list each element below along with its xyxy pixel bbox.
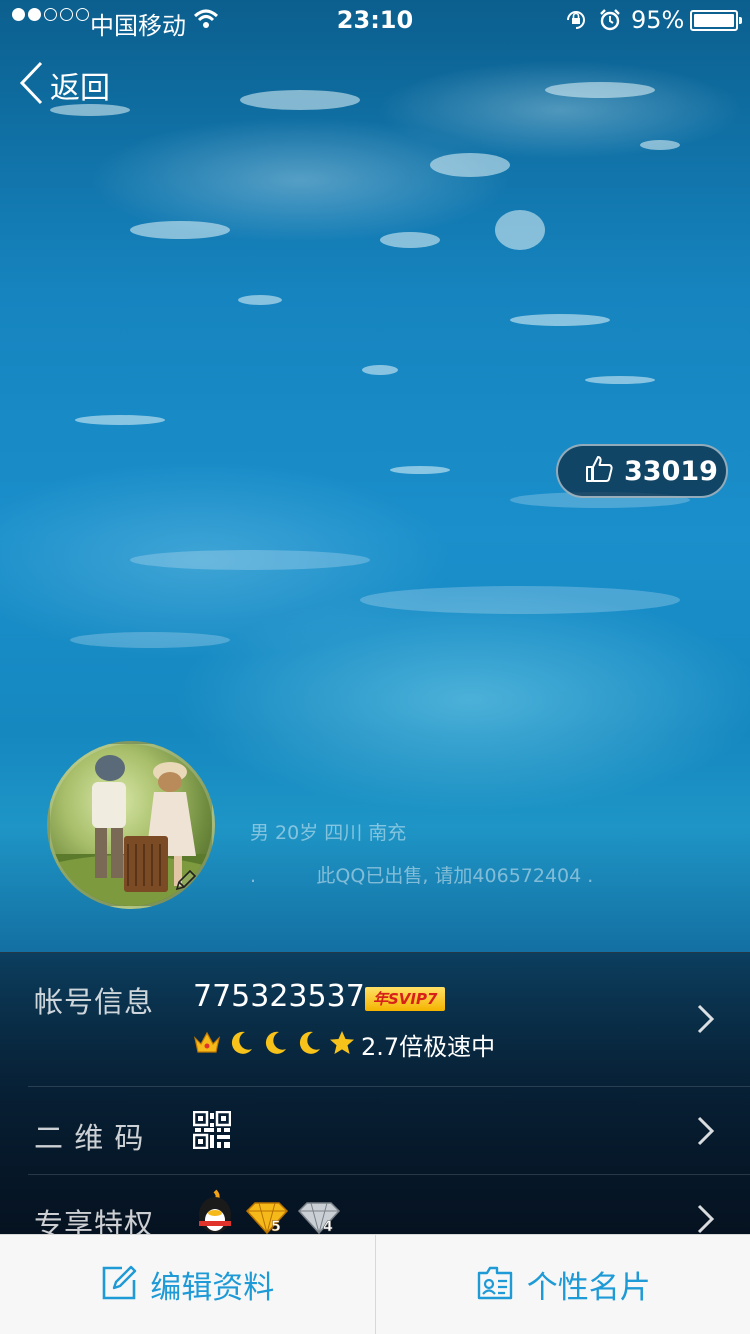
qq-level: 2.7倍极速中 [193,1027,495,1062]
chevron-right-icon [696,1203,716,1235]
account-info-label: 帐号信息 [34,985,155,1019]
battery-percent: 95% [631,6,685,34]
moon-icon [295,1029,323,1061]
like-count: 33019 [624,455,718,487]
gold-level: 5 [271,1219,281,1235]
silver-level: 4 [323,1219,333,1235]
qq-penguin-icon [195,1189,235,1235]
moon-icon [227,1029,255,1061]
gold-diamond-icon: 5 [245,1201,289,1235]
back-label: 返回 [50,71,110,106]
moon-icon [261,1029,289,1061]
qr-code-row[interactable]: 二 维 码 [0,1087,750,1174]
chevron-right-icon [696,1003,716,1039]
chevron-left-icon [18,61,44,109]
like-button[interactable]: 33019 [556,444,728,498]
profile-basic-info: 男 20岁 四川 南充 [250,822,407,844]
qq-number: 775323537 [193,979,365,1014]
privilege-label: 专享特权 [34,1207,155,1235]
status-bar: 中国移动 23:10 95% [0,0,750,40]
edit-profile-label: 编辑资料 [150,1270,275,1306]
edit-icon [100,1264,138,1306]
chevron-right-icon [696,1115,716,1151]
qr-code-label: 二 维 码 [34,1121,145,1155]
card-icon [475,1265,515,1305]
business-card-button[interactable]: 个性名片 [374,1235,750,1334]
speed-text: 2.7倍极速中 [361,1033,496,1061]
star-icon [329,1030,355,1060]
bottom-action-bar: 编辑资料 个性名片 [0,1234,750,1334]
edit-profile-button[interactable]: 编辑资料 [0,1235,375,1334]
business-card-label: 个性名片 [526,1270,651,1306]
info-list: 帐号信息 775323537 年SVIP7 2.7倍极速中 二 维 码 专享特权… [0,952,750,1235]
qr-code-icon [192,1110,232,1153]
crown-icon [193,1030,221,1060]
battery-icon [690,10,742,31]
profile-signature: . 此QQ已出售, 请加406572404 . [250,865,594,887]
back-button[interactable]: 返回 [18,61,110,109]
rotation-lock-icon [564,8,588,38]
svip-badge: 年SVIP7 [365,987,446,1011]
pencil-icon[interactable] [170,866,200,896]
alarm-icon [598,8,622,38]
thumbs-up-icon [584,454,614,488]
silver-diamond-icon: 4 [297,1201,341,1235]
privilege-row[interactable]: 专享特权 5 4 [0,1175,750,1235]
account-info-row[interactable]: 帐号信息 775323537 年SVIP7 2.7倍极速中 [0,953,750,1086]
